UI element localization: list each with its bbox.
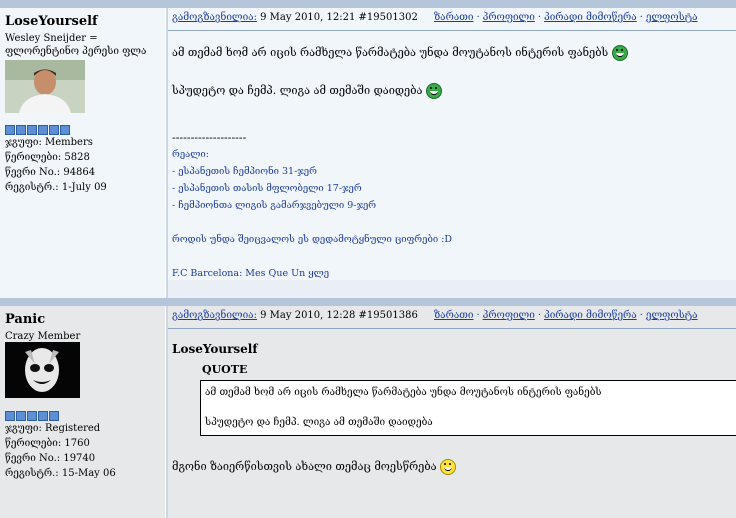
quote-author: LoseYourself	[172, 342, 258, 356]
post-nav: ზარათი · პროფილი · პირადი მიმოწერა · ელფოსტა	[434, 12, 698, 23]
author-member-no: წევრი No.: 94864	[5, 167, 96, 178]
post-footer-band	[168, 280, 736, 298]
author-post-count: წერილები: 1760	[5, 438, 90, 449]
quote-line-1: ამ თემამ ხომ არ იცის რამხელა წარმატება უ…	[205, 387, 602, 398]
nav-link-2[interactable]: პირადი მიმოწერა	[544, 310, 637, 321]
author-post-count: წერილები: 5828	[5, 152, 90, 163]
quote-box: ამ თემამ ხომ არ იცის რამხელა წარმატება უ…	[200, 380, 736, 436]
author-username[interactable]: LoseYourself	[5, 14, 98, 29]
post-separator	[0, 298, 736, 306]
rank-pips	[5, 411, 59, 421]
top-separator	[0, 0, 736, 8]
author-registered: რეგისტრ.: 15-May 06	[5, 468, 116, 479]
post-id-link[interactable]: #19501386	[359, 310, 418, 321]
author-title: Wesley Sneijder =	[5, 33, 98, 44]
post-header: გამოგზავნილია: 9 May 2010, 12:28 #195013…	[172, 310, 736, 326]
post-2-author-panel: Panic Crazy Member ჯგუფი: Registered წერ…	[0, 306, 165, 518]
author-member-no: წევრი No.: 19740	[5, 453, 96, 464]
nav-link-3[interactable]: ელფოსტა	[646, 12, 698, 23]
post-2-content: გამოგზავნილია: 9 May 2010, 12:28 #195013…	[168, 306, 736, 518]
nav-link-0[interactable]: ზარათი	[434, 12, 473, 23]
quote-line-2: სპუდეტო და ჩემპ. ლიგა ამ თემაში დაიდება	[205, 417, 433, 428]
author-title-2: ფლორენტინო პერესი ფლა	[5, 46, 147, 57]
grin-smiley-icon	[425, 83, 442, 99]
signature-line: როდის უნდა შეიცვალოს ეს დედამოტყნული ციფ…	[172, 234, 453, 245]
avatar	[5, 342, 80, 398]
author-group: ჯგუფი: Members	[5, 137, 93, 148]
post-text-line-2: სპუდეტო და ჩემპ. ლიგა ამ თემაში დაიდება	[172, 83, 442, 99]
post-text-2: სპუდეტო და ჩემპ. ლიგა ამ თემაში დაიდება	[172, 84, 423, 97]
smile-smiley-icon	[440, 459, 457, 475]
author-username[interactable]: Panic	[5, 312, 45, 327]
header-divider	[168, 30, 736, 31]
author-stats: ჯგუფი: Members წერილები: 5828 წევრი No.:…	[5, 135, 107, 195]
reply-text-line: მგონი ზაიერწისთვის ახალი თემაც მოესწრება	[172, 459, 457, 475]
nav-link-2[interactable]: პირადი მიმოწერა	[544, 12, 637, 23]
nav-link-0[interactable]: ზარათი	[434, 310, 473, 321]
author-registered: რეგისტრ.: 1-July 09	[5, 182, 107, 193]
post-1: LoseYourself Wesley Sneijder = ფლორენტინ…	[0, 8, 736, 298]
avatar	[5, 60, 85, 113]
post-1-author-panel: LoseYourself Wesley Sneijder = ფლორენტინ…	[0, 8, 165, 298]
posted-label: გამოგზავნილია:	[172, 12, 257, 23]
post-nav: ზარათი · პროფილი · პირადი მიმოწერა · ელფოსტა	[434, 310, 698, 321]
header-divider	[168, 328, 736, 329]
post-date: 9 May 2010, 12:21	[260, 12, 356, 23]
nav-link-1[interactable]: პროფილი	[483, 12, 535, 23]
post-date: 9 May 2010, 12:28	[260, 310, 356, 321]
nav-link-3[interactable]: ელფოსტა	[646, 310, 698, 321]
post-2: Panic Crazy Member ჯგუფი: Registered წერ…	[0, 306, 736, 518]
post-text: ამ თემამ ხომ არ იცის რამხელა წარმატება უ…	[172, 46, 609, 59]
rank-pips	[5, 125, 70, 135]
signature-line	[172, 248, 452, 265]
signature: -------------------- რეალი: - ესპანეთის …	[172, 129, 452, 282]
signature-line: - ესპანეთის თასის მფლობელი 17-ჯერ	[172, 183, 362, 194]
post-text-line-1: ამ თემამ ხომ არ იცის რამხელა წარმატება უ…	[172, 45, 628, 61]
nav-link-1[interactable]: პროფილი	[483, 310, 535, 321]
grin-smiley-icon	[611, 45, 628, 61]
reply-text: მგონი ზაიერწისთვის ახალი თემაც მოესწრება	[172, 460, 437, 473]
signature-line	[172, 214, 452, 231]
signature-divider: --------------------	[172, 131, 247, 144]
post-1-content: გამოგზავნილია: 9 May 2010, 12:21 #195013…	[168, 8, 736, 298]
post-id-link[interactable]: #19501302	[359, 12, 418, 23]
author-group: ჯგუფი: Registered	[5, 423, 101, 434]
posted-label: გამოგზავნილია:	[172, 310, 257, 321]
post-header: გამოგზავნილია: 9 May 2010, 12:21 #195013…	[172, 12, 736, 28]
author-stats: ჯგუფი: Registered წერილები: 1760 წევრი N…	[5, 421, 116, 481]
signature-line: - ესპანეთის ჩემპიონი 31-ჯერ	[172, 166, 317, 177]
signature-line: რეალი:	[172, 149, 209, 160]
signature-line: - ჩემპიონთა ლიგის გამარჯვებული 9-ჯერ	[172, 200, 377, 211]
quote-label: QUOTE	[202, 363, 248, 376]
